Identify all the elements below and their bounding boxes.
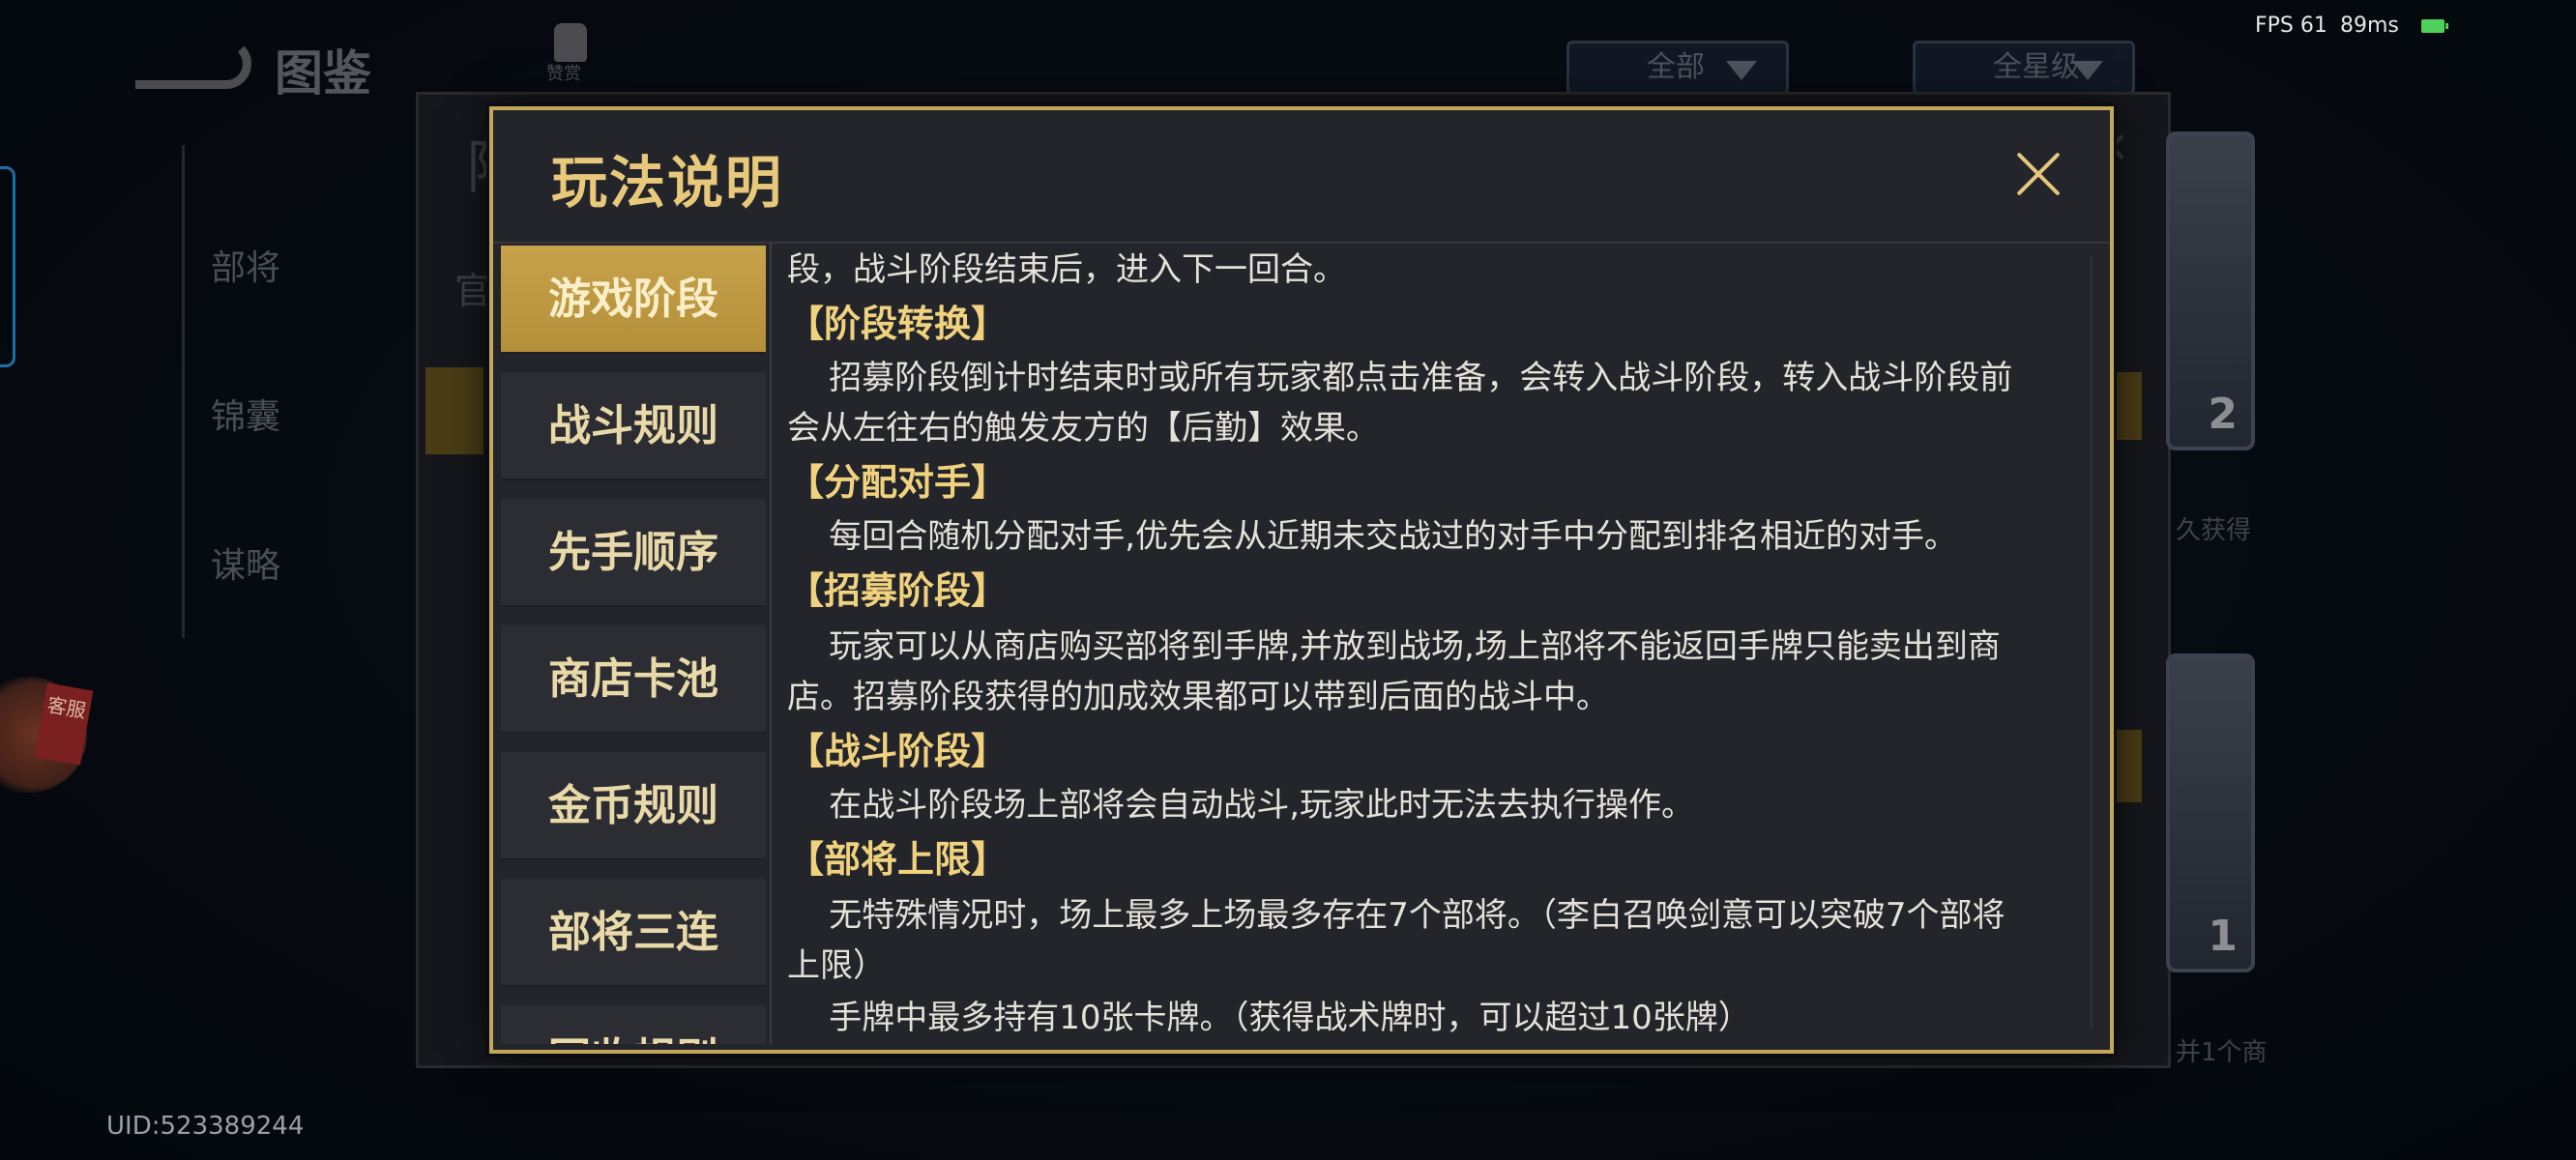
content-line: 招募阶段倒计时结束时或所有玩家都点击准备，会转入战斗阶段，转入战斗阶段前 <box>787 359 2013 397</box>
filter-star-dropdown[interactable]: 全星级 <box>1913 41 2135 95</box>
page-title: 图鉴 <box>275 45 371 102</box>
tab-first-order[interactable]: 先手顺序 <box>501 499 766 607</box>
modal-title: 玩法说明 <box>551 150 784 216</box>
filter-all-label: 全部 <box>1647 50 1705 84</box>
content-line: 手牌中最多持有10张卡牌。（获得战术牌时，可以超过10张牌） <box>787 999 1751 1037</box>
like-label: 赞赏 <box>546 64 581 84</box>
back-arrow-icon[interactable] <box>135 39 251 89</box>
thumbs-up-icon[interactable]: 赞赏 <box>546 23 595 85</box>
sidebar-item-strategy[interactable]: 谋略 <box>211 537 280 588</box>
section-heading: 【部将上限】 <box>787 838 1009 881</box>
scrollbar[interactable] <box>2091 255 2093 1029</box>
chevron-down-icon <box>2072 61 2103 80</box>
card-thumbnail[interactable]: 2 <box>2166 131 2255 450</box>
content-line: 店。招募阶段获得的加成效果都可以带到后面的战斗中。 <box>787 678 1609 716</box>
card-thumbnail[interactable]: 1 <box>2166 653 2255 972</box>
tab-game-phase[interactable]: 游戏阶段 <box>501 246 766 354</box>
sidebar-item-generals[interactable]: 部将 <box>211 240 280 290</box>
filter-all-dropdown[interactable]: 全部 <box>1566 41 1789 95</box>
rules-modal: 玩法说明 游戏阶段战斗规则先手顺序商店卡池金币规则部将三连回收规则 段，战斗阶段… <box>489 106 2114 1054</box>
tab-general-triple[interactable]: 部将三连 <box>501 879 766 987</box>
section-heading: 【阶段转换】 <box>787 303 1009 345</box>
filter-star-label: 全星级 <box>1993 50 2080 84</box>
section-heading: 【分配对手】 <box>787 461 1009 504</box>
tab-shop-pool[interactable]: 商店卡池 <box>501 625 766 734</box>
section-heading: 【招募阶段】 <box>787 569 1009 612</box>
tab-gold-rules[interactable]: 金币规则 <box>501 752 766 860</box>
content-line: 会从左往右的触发友方的【后勤】效果。 <box>787 409 1379 448</box>
close-icon[interactable] <box>2013 149 2064 199</box>
section-heading: 【战斗阶段】 <box>787 730 1009 772</box>
outer-gold-tab <box>425 367 483 454</box>
content-line: 上限） <box>787 946 886 985</box>
content-line: 每回合随机分配对手,优先会从近期未交战过的对手中分配到排名相近的对手。 <box>787 517 1958 556</box>
rules-content[interactable]: 段，战斗阶段结束后，进入下一回合。 【阶段转换】 招募阶段倒计时结束时或所有玩家都… <box>787 242 2083 1044</box>
content-line: 玩家可以从商店购买部将到手牌,并放到战场,场上部将不能返回手牌只能卖出到商 <box>787 627 2001 666</box>
tab-divider <box>770 242 772 1044</box>
content-line: 无特殊情况时，场上最多上场最多存在7个部将。（李白召唤剑意可以突破7个部将 <box>787 896 2005 935</box>
content-line: 段，战斗阶段结束后，进入下一回合。 <box>787 250 1346 289</box>
tab-recycle-rules[interactable]: 回收规则 <box>501 1005 766 1044</box>
edge-tab[interactable] <box>0 166 15 367</box>
tab-list: 游戏阶段战斗规则先手顺序商店卡池金币规则部将三连回收规则 <box>501 242 770 1044</box>
user-id: UID:523389244 <box>106 1112 305 1141</box>
ping-readout: 89ms <box>2340 14 2399 38</box>
tab-battle-rules[interactable]: 战斗规则 <box>501 372 766 480</box>
sidebar-divider <box>182 145 185 638</box>
right-text: 并1个商 <box>2176 1038 2268 1067</box>
content-line: 在战斗阶段场上部将会自动战斗,玩家此时无法去执行操作。 <box>787 786 1695 825</box>
fps-readout: FPS 61 <box>2255 14 2327 38</box>
right-text: 久获得 <box>2176 516 2252 545</box>
sidebar-item-tips[interactable]: 锦囊 <box>211 389 280 439</box>
battery-icon <box>2421 19 2448 33</box>
chevron-down-icon <box>1726 61 1757 80</box>
outer-subheader: 官 <box>454 270 492 312</box>
